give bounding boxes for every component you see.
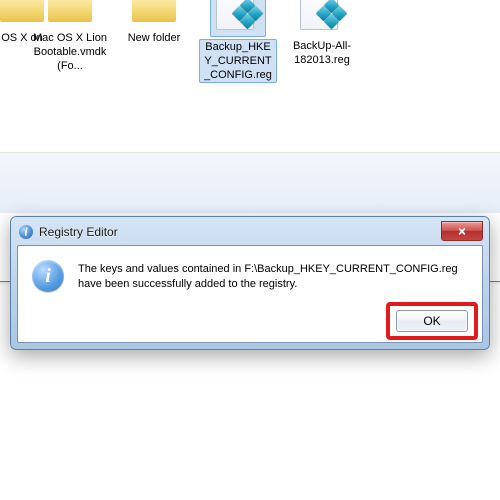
file-label: New folder [115, 31, 193, 45]
file-item-selected[interactable]: Backup_HKEY_CURRENT_CONFIG.reg [199, 0, 277, 83]
info-icon: i [19, 225, 33, 239]
file-label: Backup_HKEY_CURRENT_CONFIG.reg [199, 39, 277, 83]
explorer-details-pane [0, 153, 500, 213]
info-icon: i [32, 260, 64, 292]
explorer-file-pane[interactable]: OS X on Mac OS X Lion Bootable.vmdk (Fo.… [0, 0, 500, 153]
close-icon: ✕ [457, 225, 466, 238]
folder-icon [130, 0, 178, 22]
reg-file-icon [214, 0, 262, 30]
dialog-message: The keys and values contained in F:\Back… [78, 260, 468, 292]
dialog-title: Registry Editor [39, 225, 118, 239]
dialog-body: i The keys and values contained in F:\Ba… [17, 245, 483, 343]
close-button[interactable]: ✕ [441, 221, 483, 241]
file-label: BackUp-All-182013.reg [283, 39, 361, 67]
file-item[interactable]: BackUp-All-182013.reg [283, 0, 361, 67]
ok-button[interactable]: OK [396, 310, 468, 332]
registry-editor-dialog: i Registry Editor ✕ i The keys and value… [10, 216, 490, 350]
file-item[interactable]: New folder [115, 0, 193, 45]
folder-icon [46, 0, 94, 22]
file-label: Mac OS X Lion Bootable.vmdk (Fo... [31, 31, 109, 73]
file-item[interactable]: Mac OS X Lion Bootable.vmdk (Fo... [31, 0, 109, 73]
reg-file-icon [298, 0, 346, 30]
dialog-titlebar[interactable]: i Registry Editor ✕ [17, 223, 483, 245]
